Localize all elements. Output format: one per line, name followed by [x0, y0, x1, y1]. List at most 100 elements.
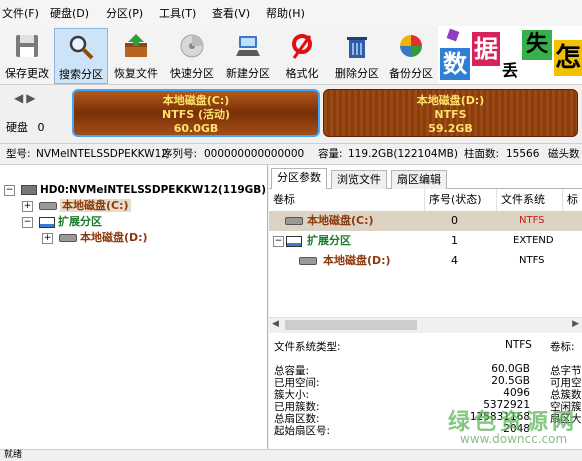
- tab-partition-params[interactable]: 分区参数: [271, 168, 327, 189]
- row-c-fs: NTFS: [519, 215, 545, 226]
- scroll-left-arrow-icon[interactable]: ◀: [272, 319, 279, 329]
- tree-c-row[interactable]: + 本地磁盘(C:): [22, 198, 131, 214]
- menu-tools[interactable]: 工具(T): [159, 5, 196, 21]
- drive-icon: [299, 251, 317, 271]
- search-partition-button[interactable]: 搜索分区: [54, 28, 108, 84]
- new-partition-icon: [236, 36, 260, 56]
- restore-files-label: 恢复文件: [114, 67, 158, 80]
- banner-decoration: [446, 28, 460, 42]
- save-changes-label: 保存更改: [5, 67, 49, 80]
- menu-partition[interactable]: 分区(P): [106, 5, 143, 21]
- expand-icon[interactable]: +: [42, 232, 53, 244]
- magnifier-icon: [69, 35, 94, 60]
- row-d-index: 4: [451, 254, 458, 267]
- partition-table-header: 卷标 序号(状态) 文件系统 标: [269, 189, 582, 212]
- drive-icon: [285, 211, 303, 231]
- disk-tree: − HD0:NVMeINTELSSDPEKKW12(119GB) + 本地磁盘(…: [0, 165, 268, 449]
- collapse-icon[interactable]: −: [4, 184, 15, 196]
- model-value: NVMeINTELSSDPEKKW12: [36, 148, 168, 160]
- col-volume-label[interactable]: 卷标: [269, 189, 425, 211]
- menu-view[interactable]: 查看(V): [212, 5, 250, 21]
- format-label: 格式化: [285, 67, 319, 80]
- quick-partition-label: 快速分区: [170, 67, 214, 80]
- tab-browse-files[interactable]: 浏览文件: [331, 170, 387, 189]
- table-row[interactable]: 本地磁盘(D:) 4 NTFS: [269, 251, 582, 271]
- backup-partition-label: 备份分区: [389, 67, 433, 80]
- watermark-url: www.downcc.com: [460, 432, 568, 446]
- new-partition-button[interactable]: 新建分区: [220, 28, 276, 82]
- table-row[interactable]: 本地磁盘(C:) 0 NTFS: [269, 211, 582, 231]
- partition-d-size: 59.2GB: [428, 122, 473, 135]
- partition-c-block[interactable]: 本地磁盘(C:) NTFS (活动) 60.0GB: [72, 89, 320, 137]
- format-icon: [292, 34, 312, 59]
- format-button[interactable]: 格式化: [276, 28, 328, 82]
- disk-icon: [20, 185, 37, 195]
- banner-char-1: 数: [440, 48, 470, 80]
- cluster-size-value: 4096: [503, 387, 530, 399]
- volume-label-label: 卷标:: [550, 341, 575, 353]
- partition-d-block[interactable]: 本地磁盘(D:) NTFS 59.2GB: [323, 89, 578, 137]
- drive-icon: [58, 234, 77, 242]
- nav-arrows[interactable]: ◀ ▶: [14, 91, 35, 105]
- serial-label: 序列号:: [162, 148, 198, 160]
- banner-char-4: 失: [522, 30, 552, 60]
- row-ext-fs: EXTEND: [513, 235, 554, 246]
- tree-d-row[interactable]: + 本地磁盘(D:): [42, 230, 148, 246]
- search-partition-label: 搜索分区: [59, 68, 103, 81]
- ad-banner[interactable]: 数 据 丢 失 怎: [438, 26, 582, 84]
- col-filesystem[interactable]: 文件系统: [497, 189, 563, 211]
- backup-partition-button[interactable]: 备份分区: [384, 28, 438, 82]
- menu-disk[interactable]: 硬盘(D): [50, 5, 89, 21]
- col-flag[interactable]: 标: [563, 189, 582, 211]
- menu-file[interactable]: 文件(F): [2, 5, 39, 21]
- save-changes-button[interactable]: 保存更改: [0, 28, 54, 82]
- tree-ext-label: 扩展分区: [58, 215, 102, 228]
- menu-bar: 文件(F) 硬盘(D) 分区(P) 工具(T) 查看(V) 帮助(H): [0, 0, 582, 27]
- quick-partition-icon: [180, 34, 204, 58]
- used-space-value: 20.5GB: [491, 375, 530, 387]
- tree-c-label: 本地磁盘(C:): [60, 199, 131, 212]
- table-row[interactable]: − 扩展分区 1 EXTEND: [269, 231, 582, 251]
- extended-partition-icon: [286, 231, 302, 251]
- row-c-label: 本地磁盘(C:): [307, 214, 374, 227]
- serial-value: 000000000000000: [204, 148, 305, 160]
- tree-ext-row[interactable]: − 扩展分区: [22, 214, 102, 230]
- scroll-right-arrow-icon[interactable]: ▶: [572, 319, 579, 329]
- row-c-index: 0: [451, 214, 458, 227]
- capacity-value: 119.2GB(122104MB): [348, 148, 458, 160]
- fs-type-label: 文件系统类型:: [274, 341, 341, 353]
- collapse-icon[interactable]: −: [22, 216, 33, 228]
- model-label: 型号:: [6, 148, 31, 160]
- backup-pie-icon: [400, 35, 422, 57]
- menu-help[interactable]: 帮助(H): [266, 5, 305, 21]
- next-disk-arrow-icon[interactable]: ▶: [26, 91, 35, 105]
- extended-partition-icon: [38, 216, 55, 228]
- start-sector-label: 起始扇区号:: [274, 425, 331, 437]
- trash-icon: [347, 37, 367, 58]
- collapse-icon[interactable]: −: [273, 231, 284, 251]
- tab-sector-edit[interactable]: 扇区编辑: [391, 170, 447, 189]
- banner-char-3: 丢: [500, 60, 520, 82]
- disk-info-bar: 型号: NVMeINTELSSDPEKKW12 序列号: 00000000000…: [0, 143, 582, 165]
- detail-tabs: 分区参数 浏览文件 扇区编辑: [269, 168, 582, 189]
- partition-d-name: 本地磁盘(D:): [416, 94, 485, 107]
- total-capacity-value: 60.0GB: [491, 363, 530, 375]
- tree-disk-row[interactable]: − HD0:NVMeINTELSSDPEKKW12(119GB): [4, 182, 266, 198]
- save-icon: [16, 35, 38, 57]
- expand-icon[interactable]: +: [22, 200, 33, 212]
- delete-partition-label: 删除分区: [335, 67, 379, 80]
- horizontal-scrollbar[interactable]: ◀ ▶: [269, 317, 582, 333]
- quick-partition-button[interactable]: 快速分区: [164, 28, 220, 82]
- scroll-thumb[interactable]: [285, 320, 417, 330]
- status-text: 就绪: [4, 450, 23, 460]
- disk-index: 0: [37, 121, 45, 134]
- row-d-label: 本地磁盘(D:): [323, 254, 391, 267]
- restore-files-button[interactable]: 恢复文件: [108, 28, 164, 82]
- prev-disk-arrow-icon[interactable]: ◀: [14, 91, 23, 105]
- new-partition-label: 新建分区: [226, 67, 270, 80]
- fs-type-value: NTFS: [505, 339, 532, 351]
- col-index-status[interactable]: 序号(状态): [425, 189, 497, 211]
- partition-c-name: 本地磁盘(C:): [162, 94, 230, 107]
- cylinders-value: 15566: [506, 148, 540, 160]
- delete-partition-button[interactable]: 删除分区: [330, 28, 384, 82]
